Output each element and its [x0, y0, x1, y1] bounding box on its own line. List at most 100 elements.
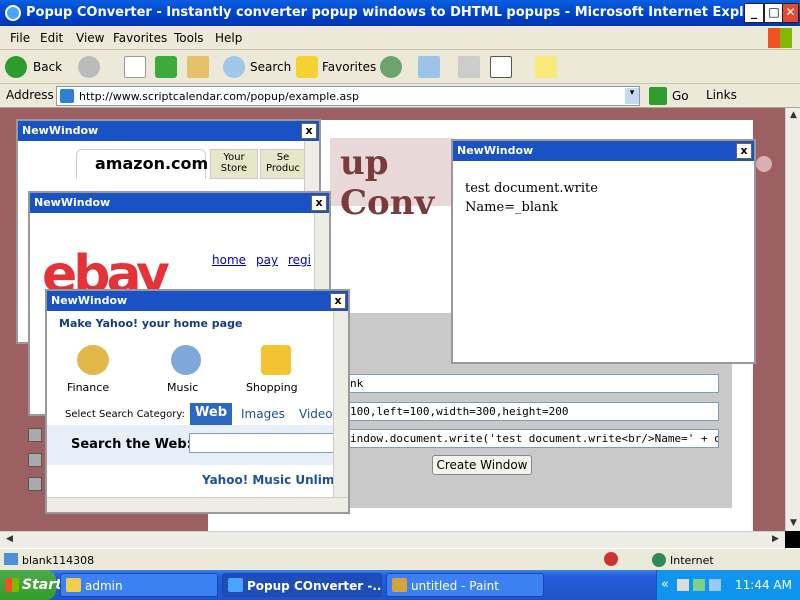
volume-icon[interactable]	[677, 579, 689, 591]
page-checkbox[interactable]	[28, 477, 42, 491]
network-icon[interactable]	[693, 579, 705, 591]
print-icon[interactable]	[458, 56, 480, 78]
start-button[interactable]: Start	[0, 570, 62, 600]
home-icon[interactable]	[187, 56, 209, 78]
banner-text: up Conv	[340, 143, 435, 223]
links-label[interactable]: Links	[706, 88, 737, 102]
favorites-star-icon[interactable]	[296, 56, 318, 78]
window-title: Popup COnverter - Instantly converter po…	[26, 5, 775, 20]
task-label: admin	[85, 579, 123, 593]
search-category-label: Select Search Category:	[65, 409, 185, 420]
scroll-right-icon[interactable]: ▶	[768, 532, 783, 547]
scroll-down-icon[interactable]: ▼	[786, 516, 800, 531]
refresh-icon[interactable]	[155, 56, 177, 78]
popup-yahoo[interactable]: NewWindow x Make Yahoo! your home page F…	[45, 289, 350, 514]
ebay-link-home[interactable]: home	[212, 253, 246, 267]
mail-icon[interactable]	[418, 56, 440, 78]
minimize-button[interactable]: _	[744, 3, 764, 23]
popup-body: test document.write Name=_blank	[453, 161, 754, 362]
window-script-field[interactable]: indow.document.write('test document.writ…	[347, 429, 719, 448]
window-titlebar[interactable]: Popup COnverter - Instantly converter po…	[0, 0, 800, 26]
popup-title[interactable]: NewWindow	[18, 121, 319, 141]
page-status-icon	[4, 553, 18, 565]
close-button[interactable]: ✕	[782, 3, 799, 23]
popup-blocked-icon[interactable]	[604, 552, 618, 566]
music-icon[interactable]	[171, 345, 201, 375]
paint-icon	[392, 578, 407, 592]
close-icon[interactable]: x	[301, 123, 317, 139]
history-icon[interactable]	[380, 56, 402, 78]
page-checkbox[interactable]	[28, 453, 42, 467]
search-button-label[interactable]: Search	[250, 60, 291, 74]
display-icon[interactable]	[709, 579, 721, 591]
address-url: http://www.scriptcalendar.com/popup/exam…	[79, 90, 359, 103]
page-horizontal-scrollbar[interactable]: ◀ ▶	[0, 531, 785, 548]
menu-favorites[interactable]: Favorites	[113, 31, 167, 45]
popup-text-line2: Name=_blank	[465, 200, 559, 215]
yahoo-promo[interactable]: Yahoo! Music Unlim	[202, 473, 334, 487]
popup-test[interactable]: NewWindow x test document.write Name=_bl…	[451, 139, 756, 364]
close-icon[interactable]: x	[311, 195, 327, 211]
address-dropdown-chevron-icon[interactable]: ▾	[625, 88, 639, 104]
task-admin[interactable]: admin	[60, 573, 218, 597]
popup-text-line1: test document.write	[465, 181, 598, 196]
address-bar: Address http://www.scriptcalendar.com/po…	[0, 84, 800, 108]
search-label: Search the Web:	[71, 437, 192, 452]
windows-flag-icon	[768, 28, 792, 48]
popup-body: Make Yahoo! your home page Finance Music…	[47, 311, 348, 512]
task-paint[interactable]: untitled - Paint	[386, 573, 544, 597]
menu-view[interactable]: View	[76, 31, 104, 45]
ebay-link-register[interactable]: regi	[288, 253, 311, 267]
go-arrow-icon[interactable]	[649, 87, 667, 105]
your-store-tab[interactable]: Your Store	[210, 149, 258, 179]
category-finance[interactable]: Finance	[67, 381, 109, 394]
maximize-button[interactable]: □	[764, 3, 784, 23]
go-button-label[interactable]: Go	[672, 89, 689, 103]
search-tab-images[interactable]: Images	[241, 407, 285, 421]
menu-edit[interactable]: Edit	[40, 31, 63, 45]
menu-tools[interactable]: Tools	[174, 31, 204, 45]
tray-expand-button[interactable]: «	[661, 577, 669, 592]
scroll-left-icon[interactable]: ◀	[2, 532, 17, 547]
favorites-button-label[interactable]: Favorites	[322, 60, 376, 74]
vertical-scrollbar[interactable]	[333, 311, 348, 497]
back-arrow-icon[interactable]	[5, 56, 27, 78]
menu-file[interactable]: File	[10, 31, 30, 45]
back-button-label[interactable]: Back	[33, 60, 62, 74]
window-features-field[interactable]: 100,left=100,width=300,height=200	[347, 402, 719, 421]
amazon-tab[interactable]: amazon.com	[76, 149, 208, 179]
window-name-field[interactable]: nk	[347, 374, 719, 393]
category-shopping[interactable]: Shopping	[246, 381, 298, 394]
ebay-link-pay[interactable]: pay	[256, 253, 278, 267]
products-tab[interactable]: Se Produc	[260, 149, 306, 179]
popup-title[interactable]: NewWindow	[30, 193, 329, 213]
category-music[interactable]: Music	[167, 381, 198, 394]
stop-icon[interactable]	[124, 56, 146, 78]
zone-label: Internet	[670, 554, 714, 567]
yahoo-homepage-link[interactable]: Make Yahoo! your home page	[59, 317, 242, 330]
status-text: blank114308	[22, 554, 95, 567]
menu-help[interactable]: Help	[215, 31, 242, 45]
search-input[interactable]	[189, 433, 337, 453]
create-window-button[interactable]: Create Window	[432, 455, 532, 475]
search-tab-video[interactable]: Video	[299, 407, 333, 421]
search-icon[interactable]	[223, 56, 245, 78]
notes-icon[interactable]	[535, 56, 557, 78]
scroll-up-icon[interactable]: ▲	[786, 108, 800, 123]
clock[interactable]: 11:44 AM	[735, 578, 792, 592]
page-checkbox[interactable]	[28, 428, 42, 442]
horizontal-scrollbar[interactable]	[47, 497, 348, 512]
coins-icon[interactable]	[77, 345, 109, 375]
popup-title[interactable]: NewWindow	[453, 141, 754, 161]
close-icon[interactable]: x	[736, 143, 752, 159]
shopping-bag-icon[interactable]	[261, 345, 291, 375]
edit-icon[interactable]	[490, 56, 512, 78]
task-label: Popup COnverter -...	[247, 579, 382, 593]
close-icon[interactable]: x	[330, 293, 346, 309]
forward-arrow-icon[interactable]	[78, 56, 100, 78]
search-tab-web[interactable]: Web	[190, 403, 232, 425]
page-vertical-scrollbar[interactable]: ▲ ▼	[785, 108, 800, 531]
popup-title[interactable]: NewWindow	[47, 291, 348, 311]
task-popup-converter[interactable]: Popup COnverter -...	[222, 573, 382, 597]
address-input[interactable]: http://www.scriptcalendar.com/popup/exam…	[56, 86, 640, 106]
